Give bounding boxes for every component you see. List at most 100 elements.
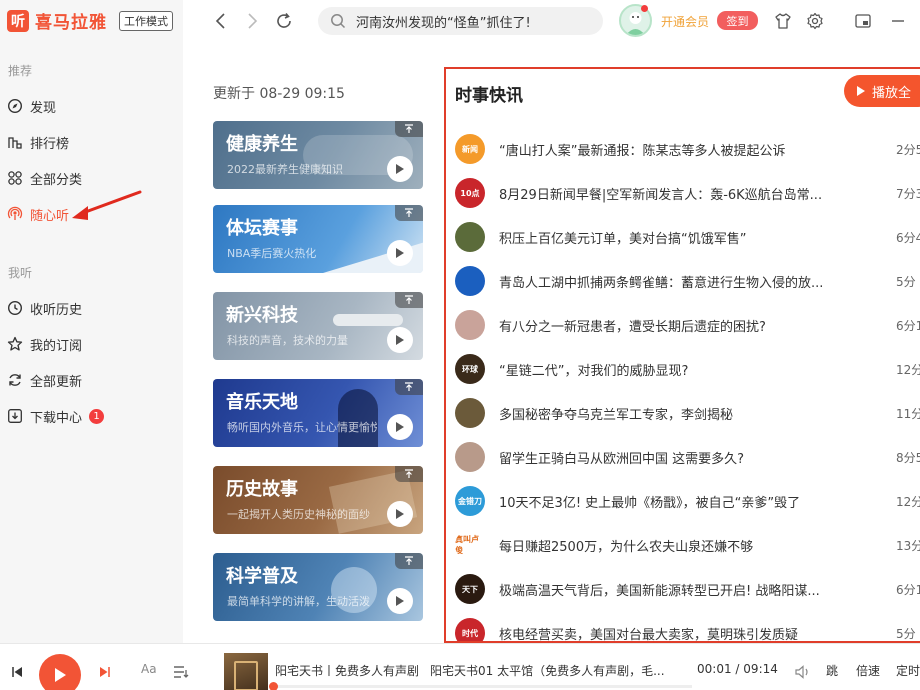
minimize-icon[interactable] xyxy=(888,11,908,31)
work-mode-badge[interactable]: 工作模式 xyxy=(119,11,173,31)
category-card-tech[interactable]: 新兴科技 科技的声音，技术的力量 xyxy=(213,292,423,360)
volume-icon[interactable] xyxy=(795,664,811,680)
sidebar-item-label: 排行榜 xyxy=(30,136,70,152)
play-icon[interactable] xyxy=(387,501,413,527)
news-row[interactable]: 新闻 “唐山打人案”最新通报：陈某志等多人被提起公诉 2分5 xyxy=(446,127,920,171)
news-row[interactable]: 留学生正骑白马从欧洲回中国 这需要多久? 8分5 xyxy=(446,435,920,479)
time-current: 00:01 xyxy=(697,662,732,676)
news-row[interactable]: 有八分之一新冠患者，遭受长期后遗症的困扰? 6分1 xyxy=(446,303,920,347)
search-input[interactable] xyxy=(356,13,586,29)
news-duration: 5分 xyxy=(896,274,916,289)
news-row[interactable]: 金错刀 10天不足3亿! 史上最帅《杨戬》，被自己“亲爹”毁了 12分3 xyxy=(446,479,920,523)
news-thumbnail xyxy=(455,398,485,428)
back-arrow-icon[interactable] xyxy=(210,11,230,31)
refresh-icon xyxy=(7,372,23,388)
play-button[interactable] xyxy=(39,654,81,690)
category-card-history[interactable]: 历史故事 一起揭开人类历史神秘的面纱 xyxy=(213,466,423,534)
skip-button[interactable]: 跳 xyxy=(826,662,838,679)
play-all-label: 播放全 xyxy=(872,85,912,101)
news-thumbnail: 天下 xyxy=(455,574,485,604)
sidebar-item-downloads[interactable]: 下载中心 1 xyxy=(7,404,177,428)
pin-top-icon[interactable] xyxy=(395,466,423,482)
news-title: 留学生正骑白马从欧洲回中国 这需要多久? xyxy=(499,451,745,467)
download-icon xyxy=(7,408,23,424)
track-episode[interactable]: 阳宅天书01 太平馆（免费多人有声剧，毛... xyxy=(430,662,680,679)
play-all-button[interactable]: 播放全 xyxy=(844,75,920,107)
progress-handle[interactable] xyxy=(268,682,278,690)
category-subtitle: 2022最新养生健康知识 xyxy=(227,163,343,176)
sidebar-item-discover[interactable]: 发现 xyxy=(7,94,177,118)
news-title: 积压上百亿美元订单，美对台搞“饥饿军售” xyxy=(499,231,747,247)
news-row[interactable]: 多国秘密争夺乌克兰军工专家，李剑揭秘 11分3 xyxy=(446,391,920,435)
sidebar-item-categories[interactable]: 全部分类 xyxy=(7,166,177,190)
news-row[interactable]: 积压上百亿美元订单，美对台搞“饥饿军售” 6分4 xyxy=(446,215,920,259)
category-subtitle: 最简单科学的讲解，生动活泼 xyxy=(227,595,370,608)
category-title: 科学普及 xyxy=(226,566,298,587)
sidebar-item-label: 下载中心 xyxy=(30,410,83,426)
news-duration: 6分1 xyxy=(896,318,920,333)
news-row[interactable]: 真叫卢俊每日赚超2500万，为什么农夫山泉还嫌不够 13分4 xyxy=(446,523,920,567)
recommend-section-title: 推荐 xyxy=(8,64,33,78)
previous-track-icon[interactable] xyxy=(9,664,25,680)
category-subtitle: NBA季后赛火热化 xyxy=(227,247,317,260)
next-track-icon[interactable] xyxy=(97,664,113,680)
sidebar-item-ranking[interactable]: 排行榜 xyxy=(7,130,177,154)
font-size-button[interactable]: Aa xyxy=(141,662,157,676)
sidebar-item-label: 全部分类 xyxy=(30,172,83,188)
news-thumbnail: 真叫卢俊 xyxy=(455,530,485,560)
pin-top-icon[interactable] xyxy=(395,379,423,395)
news-row[interactable]: 10点 8月29日新闻早餐|空军新闻发言人：轰-6K巡航台岛常... 7分3 xyxy=(446,171,920,215)
news-thumbnail: 10点 xyxy=(455,178,485,208)
news-row[interactable]: 青岛人工湖中抓捕两条鳄雀鳝：蓄意进行生物入侵的放... 5分 xyxy=(446,259,920,303)
sidebar-item-updates[interactable]: 全部更新 xyxy=(7,368,177,392)
speed-button[interactable]: 倍速 xyxy=(856,662,880,679)
sign-in-button[interactable]: 签到 xyxy=(717,11,758,30)
news-duration: 13分4 xyxy=(896,538,920,553)
pin-top-icon[interactable] xyxy=(395,205,423,221)
sidebar-item-label: 发现 xyxy=(30,100,57,116)
news-row[interactable]: 天下极端高温天气背后，美国新能源转型已开启! 战略阳谋... 6分1 xyxy=(446,567,920,611)
gear-icon[interactable] xyxy=(805,11,825,31)
open-vip-link[interactable]: 开通会员 xyxy=(661,13,709,30)
news-row[interactable]: 时代 核电经营买卖，美国对台最大卖家，莫明珠引发质疑 5分 xyxy=(446,611,920,641)
news-row[interactable]: 环球 “星链二代”，对我们的威胁显现? 12分3 xyxy=(446,347,920,391)
track-title[interactable]: 阳宅天书丨免费多人有声剧 xyxy=(275,662,419,679)
pin-top-icon[interactable] xyxy=(395,553,423,569)
news-thumbnail: 金错刀 xyxy=(455,486,485,516)
play-icon[interactable] xyxy=(387,156,413,182)
chart-icon xyxy=(7,134,23,150)
track-cover-image[interactable] xyxy=(224,653,268,690)
time-readout: 00:01 / 09:14 xyxy=(697,662,778,676)
forward-arrow-icon[interactable] xyxy=(243,11,263,31)
play-icon[interactable] xyxy=(387,414,413,440)
playlist-icon[interactable] xyxy=(172,664,190,680)
annotation-arrow-icon xyxy=(70,190,142,226)
category-title: 音乐天地 xyxy=(226,392,298,413)
progress-bar[interactable] xyxy=(268,682,692,690)
pin-top-icon[interactable] xyxy=(395,292,423,308)
mini-window-icon[interactable] xyxy=(853,11,873,31)
category-card-health[interactable]: 健康养生 2022最新养生健康知识 xyxy=(213,121,423,189)
play-icon[interactable] xyxy=(387,588,413,614)
pin-top-icon[interactable] xyxy=(395,121,423,137)
category-title: 健康养生 xyxy=(226,134,298,155)
news-duration: 8分5 xyxy=(896,450,920,465)
play-icon[interactable] xyxy=(387,240,413,266)
category-card-science[interactable]: 科学普及 最简单科学的讲解，生动活泼 xyxy=(213,553,423,621)
timer-button[interactable]: 定时 xyxy=(896,662,920,679)
category-title: 新兴科技 xyxy=(226,305,298,326)
sidebar-item-subscriptions[interactable]: 我的订阅 xyxy=(7,332,177,356)
category-card-sports[interactable]: 体坛赛事 NBA季后赛火热化 xyxy=(213,205,423,273)
sidebar-item-history[interactable]: 收听历史 xyxy=(7,296,177,320)
news-title: “唐山打人案”最新通报：陈某志等多人被提起公诉 xyxy=(499,143,786,159)
mine-section-title: 我听 xyxy=(8,266,33,280)
play-icon[interactable] xyxy=(387,327,413,353)
news-thumbnail xyxy=(455,442,485,472)
search-box[interactable] xyxy=(318,7,603,35)
category-card-music[interactable]: 音乐天地 畅听国内外音乐，让心情更愉悦 xyxy=(213,379,423,447)
news-panel: 时事快讯 播放全 新闻 “唐山打人案”最新通报：陈某志等多人被提起公诉 2分5 10点… xyxy=(444,67,920,643)
news-duration: 6分4 xyxy=(896,230,920,245)
reload-icon[interactable] xyxy=(274,11,294,31)
app-logo[interactable]: 听 喜马拉雅 xyxy=(7,8,107,33)
tshirt-icon[interactable] xyxy=(773,11,793,31)
